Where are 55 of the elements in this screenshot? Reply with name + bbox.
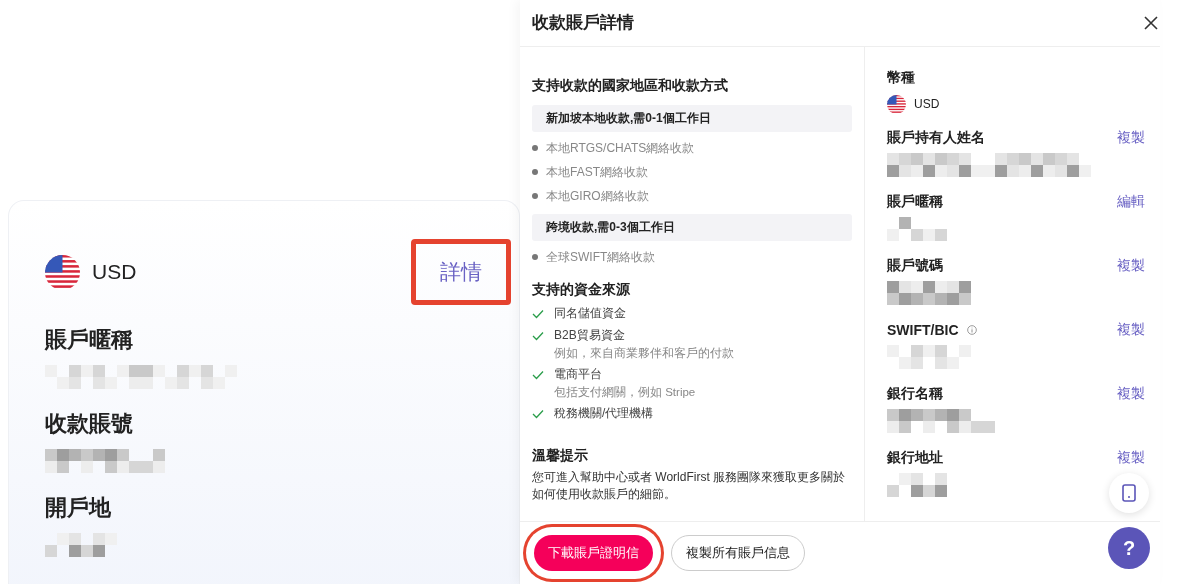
action-link[interactable]: 複製: [1117, 448, 1145, 467]
bullet-icon: [532, 193, 538, 200]
action-link[interactable]: 編輯: [1117, 192, 1145, 211]
field-label: 賬戶暱稱: [45, 326, 134, 354]
method-item: 本地GIRO網絡收款: [546, 187, 649, 205]
redacted-value: [45, 533, 117, 557]
source-item: 稅務機關/代理機構: [554, 404, 654, 422]
field-label: 銀行地址: [887, 448, 943, 467]
field-label: 銀行名稱: [887, 384, 943, 403]
method-item: 本地FAST網絡收款: [546, 163, 648, 181]
method-item: 全球SWIFT網絡收款: [546, 248, 656, 266]
field-label: 開戶地: [45, 494, 112, 522]
currency-code: USD: [92, 260, 137, 284]
check-icon: [532, 308, 544, 319]
field-label: 幣種: [887, 68, 916, 87]
drawer-title: 收款賬戶詳情: [532, 12, 634, 35]
tip-text: 您可進入幫助中心或者 WorldFirst 服務團隊來獲取更多關於如何使用收款賬戶的細節。: [532, 468, 847, 503]
field-label: 賬戶暱稱: [887, 192, 943, 211]
info-icon[interactable]: [966, 324, 977, 335]
redacted-value: [887, 472, 947, 497]
method-item: 本地RTGS/CHATS網絡收款: [546, 139, 695, 157]
field-label: SWIFT/BIC: [887, 321, 959, 338]
source-note: 例如，來自商業夥伴和客戶的付款: [554, 345, 734, 361]
bullet-icon: [532, 254, 538, 261]
details-link[interactable]: 詳情: [411, 239, 511, 305]
footer-button[interactable]: 複製所有賬戶信息: [671, 535, 805, 572]
redacted-value: [887, 216, 947, 241]
tip-title: 溫馨提示: [532, 446, 589, 465]
action-link[interactable]: 複製: [1117, 320, 1145, 339]
phone-button[interactable]: [1109, 473, 1149, 513]
group-heading: 新加坡本地收款,需0-1個工作日: [532, 104, 852, 132]
field-label: 賬戶持有人姓名: [887, 128, 985, 147]
close-icon[interactable]: [1144, 15, 1158, 30]
us-flag-icon: [887, 94, 906, 114]
currency-code: USD: [914, 97, 940, 112]
check-icon: [532, 330, 544, 341]
us-flag-icon: [45, 254, 80, 290]
group-heading: 跨境收款,需0-3個工作日: [532, 213, 852, 241]
field-label: 收款賬號: [45, 410, 134, 438]
bullet-icon: [532, 169, 538, 176]
check-icon: [532, 369, 544, 380]
section-title: 支持的資金來源: [532, 280, 631, 299]
action-link[interactable]: 複製: [1117, 128, 1145, 147]
source-note: 包括支付網關，例如 Stripe: [554, 384, 696, 400]
source-item: 電商平台: [554, 365, 603, 383]
source-item: B2B貿易資金: [554, 326, 626, 344]
bullet-icon: [532, 145, 538, 152]
action-link[interactable]: 複製: [1117, 384, 1145, 403]
field-label: 賬戶號碼: [887, 256, 943, 275]
source-item: 同名儲值資金: [554, 304, 626, 322]
help-button[interactable]: ?: [1108, 527, 1150, 569]
check-icon: [532, 408, 544, 419]
section-title: 支持收款的國家地區和收款方式: [532, 76, 729, 95]
action-link[interactable]: 複製: [1117, 256, 1145, 275]
phone-icon: [1122, 484, 1136, 502]
